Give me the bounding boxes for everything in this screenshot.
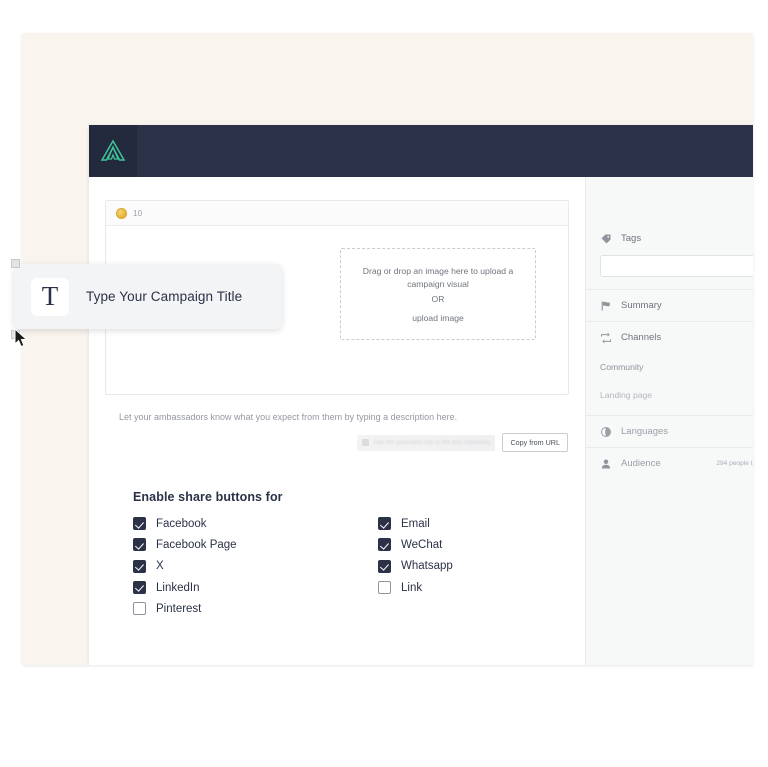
- settings-sidebar: Tags Summary Channels Community Landing …: [586, 177, 753, 665]
- coin-count: 10: [133, 208, 143, 218]
- channel-row-landing-page: Landing page: [600, 381, 753, 409]
- checkbox-facebook[interactable]: [133, 517, 146, 531]
- checkbox-link[interactable]: [378, 581, 391, 595]
- person-icon: [600, 458, 612, 470]
- share-option-linkedin[interactable]: LinkedIn: [133, 577, 378, 598]
- share-label-whatsapp: Whatsapp: [401, 560, 453, 573]
- channel-row-community: Community: [600, 353, 753, 381]
- tags-label: Tags: [621, 233, 642, 244]
- dropzone-or-separator: OR: [431, 293, 445, 304]
- sidebar-section-channels: Channels Community Landing page: [586, 322, 753, 416]
- app-window: 10 Drag or drop an image here to upload …: [89, 125, 753, 665]
- checkbox-pinterest[interactable]: [133, 602, 146, 616]
- share-option-wechat[interactable]: WeChat: [378, 534, 453, 555]
- share-label-email: Email: [401, 517, 430, 530]
- copy-from-url-button[interactable]: Copy from URL: [502, 433, 568, 452]
- url-copy-row: Add the generated link to the text separ…: [105, 433, 569, 452]
- channel-label-landing-page: Landing page: [600, 390, 653, 400]
- share-label-pinterest: Pinterest: [156, 602, 202, 615]
- link-icon: [362, 439, 370, 446]
- languages-label: Languages: [621, 426, 669, 437]
- checkbox-x[interactable]: [133, 559, 146, 573]
- share-repeat-icon: [600, 332, 612, 344]
- checkbox-linkedin[interactable]: [133, 581, 146, 595]
- share-column-left: Facebook Facebook Page X LinkedIn Pinter…: [133, 513, 378, 619]
- flag-icon: [600, 300, 612, 312]
- share-option-pinterest[interactable]: Pinterest: [133, 598, 378, 619]
- generated-link-field[interactable]: Add the generated link to the text separ…: [357, 434, 496, 451]
- share-option-link[interactable]: Link: [378, 577, 453, 598]
- dropzone-instruction: Drag or drop an image here to upload a c…: [362, 266, 514, 289]
- share-label-link: Link: [401, 581, 423, 594]
- share-label-linkedin: LinkedIn: [156, 581, 200, 594]
- share-section-title: Enable share buttons for: [133, 490, 283, 504]
- audience-target-count: 294 people targeted: [716, 460, 753, 467]
- main-content-column: 10 Drag or drop an image here to upload …: [89, 177, 586, 665]
- share-option-facebook[interactable]: Facebook: [133, 513, 378, 534]
- share-column-right: Email WeChat Whatsapp Link: [378, 513, 453, 619]
- app-logo[interactable]: [89, 125, 137, 177]
- tag-icon: [600, 233, 612, 245]
- globe-icon: [600, 426, 612, 438]
- sidebar-section-tags: Tags: [586, 223, 753, 290]
- campaign-title-callout[interactable]: T Type Your Campaign Title: [14, 264, 282, 329]
- topbar-empty-area: [137, 125, 753, 177]
- share-label-wechat: WeChat: [401, 538, 443, 551]
- sidebar-top-spacer: [586, 177, 753, 223]
- text-tool-icon: T: [31, 277, 69, 316]
- channels-label: Channels: [621, 332, 662, 343]
- share-option-email[interactable]: Email: [378, 513, 453, 534]
- description-hint: Let your ambassadors know what you expec…: [119, 412, 458, 422]
- design-canvas: 10 Drag or drop an image here to upload …: [22, 33, 753, 665]
- image-dropzone[interactable]: Drag or drop an image here to upload a c…: [340, 248, 536, 340]
- summary-label: Summary: [621, 300, 662, 311]
- checkbox-wechat[interactable]: [378, 538, 391, 552]
- tags-header[interactable]: Tags: [600, 223, 753, 254]
- share-option-x[interactable]: X: [133, 556, 378, 577]
- share-buttons-section: Enable share buttons for Facebook Facebo…: [133, 490, 569, 619]
- sidebar-section-summary: Summary: [586, 290, 753, 322]
- campaign-title-placeholder: Type Your Campaign Title: [86, 289, 243, 304]
- channels-header[interactable]: Channels: [600, 322, 753, 353]
- campaign-card-header: 10: [106, 201, 568, 226]
- generated-link-placeholder: Add the generated link to the text separ…: [373, 439, 491, 446]
- sidebar-section-audience: Audience 294 people targeted: [586, 448, 753, 479]
- checkbox-facebook-page[interactable]: [133, 538, 146, 552]
- ambassador-triangle-logo-icon: [100, 139, 126, 161]
- sidebar-section-languages: Languages: [586, 416, 753, 448]
- audience-label: Audience: [621, 458, 661, 469]
- upload-image-link[interactable]: upload image: [412, 313, 464, 323]
- languages-header[interactable]: Languages: [600, 416, 753, 447]
- coin-icon: [116, 207, 127, 219]
- share-label-facebook-page: Facebook Page: [156, 538, 237, 551]
- share-columns: Facebook Facebook Page X LinkedIn Pinter…: [133, 513, 569, 619]
- checkbox-whatsapp[interactable]: [378, 559, 391, 573]
- tags-input[interactable]: [600, 255, 753, 277]
- selection-handle-top-left[interactable]: [11, 259, 20, 268]
- app-body: 10 Drag or drop an image here to upload …: [89, 177, 753, 665]
- audience-header[interactable]: Audience 294 people targeted: [600, 448, 753, 479]
- share-label-facebook: Facebook: [156, 517, 207, 530]
- mouse-cursor-icon: [14, 328, 28, 348]
- share-option-whatsapp[interactable]: Whatsapp: [378, 556, 453, 577]
- checkbox-email[interactable]: [378, 517, 391, 531]
- app-topbar: [89, 125, 753, 177]
- share-option-facebook-page[interactable]: Facebook Page: [133, 534, 378, 555]
- channel-label-community: Community: [600, 362, 644, 372]
- share-label-x: X: [156, 560, 164, 573]
- summary-header[interactable]: Summary: [600, 290, 753, 321]
